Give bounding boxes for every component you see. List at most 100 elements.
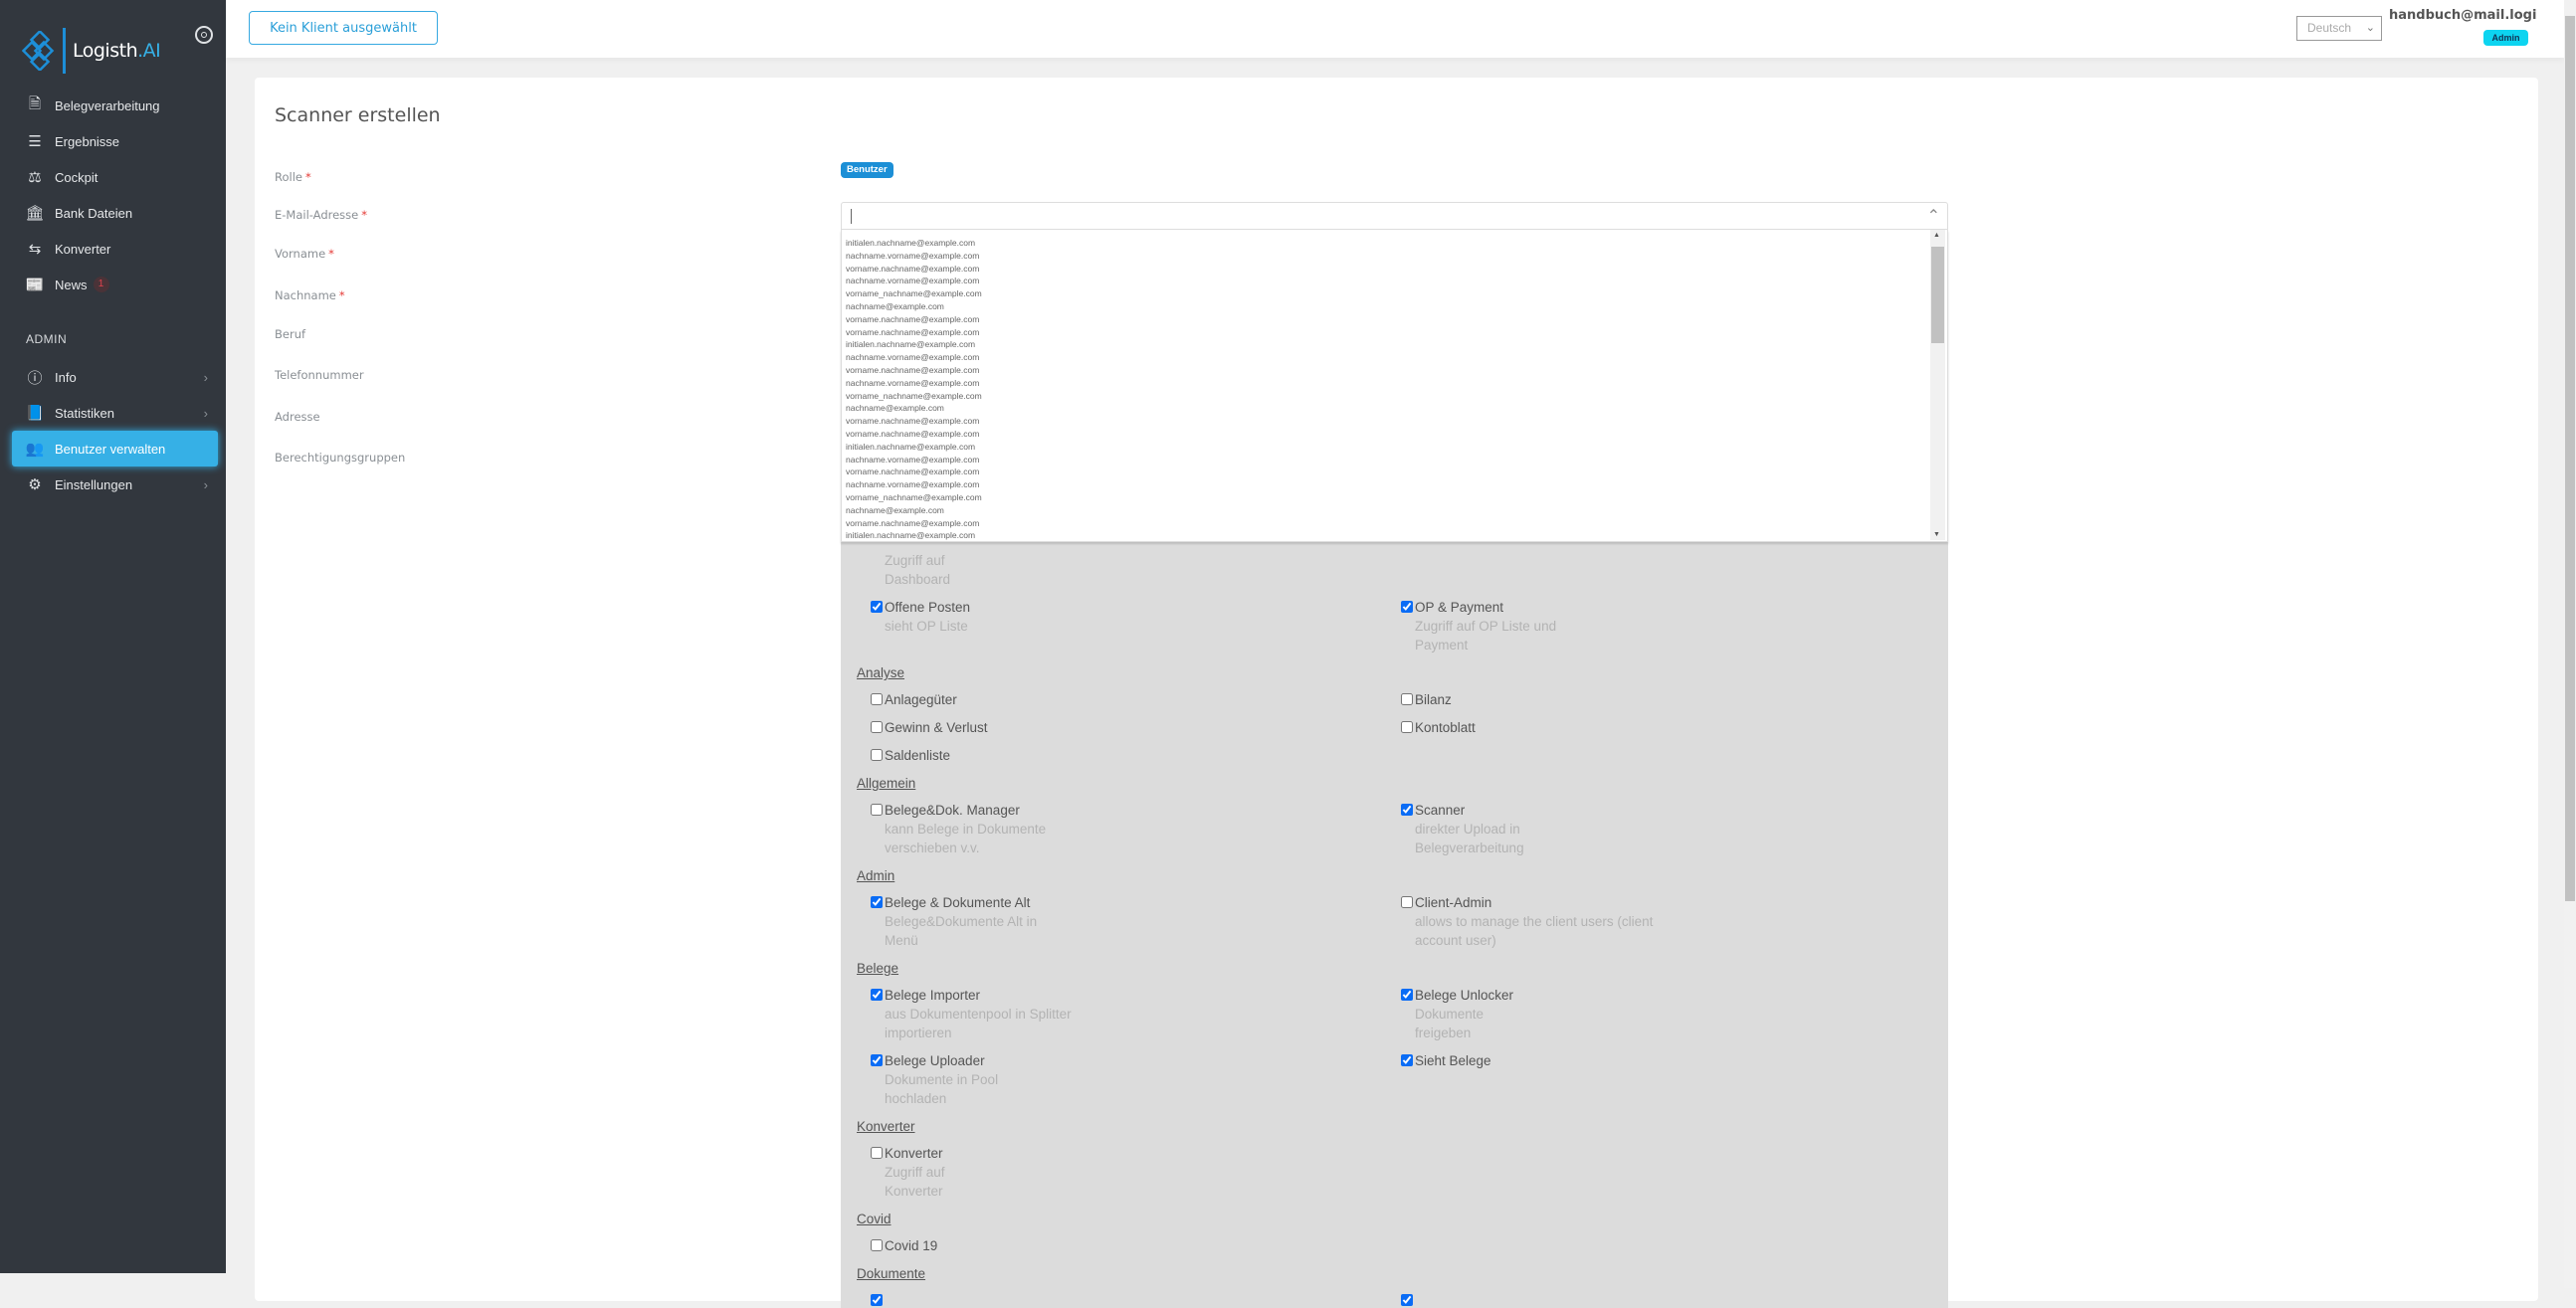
email-suggestion[interactable]: initialen.nachname@example.com [842, 237, 1947, 250]
email-suggestion[interactable]: vorname_nachname@example.com [842, 390, 1947, 403]
permission-checkbox[interactable] [871, 896, 883, 908]
permission-row: Covid 19 [857, 1236, 1948, 1255]
page-scrollbar[interactable] [2564, 0, 2576, 1288]
list-scrollbar[interactable]: ▲ ▼ [1930, 230, 1945, 540]
email-suggestion[interactable]: vorname.nachname@example.com [842, 415, 1947, 428]
permission-item [1387, 1291, 1917, 1308]
permission-checkbox[interactable] [871, 601, 883, 613]
permission-description: sieht OP Liste [885, 619, 968, 634]
permission-label: OP & Payment [1415, 600, 1504, 615]
permission-row: Belege Uploader Dokumente in Pool hochlade… [857, 1051, 1948, 1108]
permission-checkbox[interactable] [1401, 693, 1413, 705]
email-input[interactable]: ⌃ [841, 202, 1948, 230]
sidebar-item-cockpit[interactable]: ⚖ Cockpit [12, 159, 218, 195]
sidebar-item-info[interactable]: ⓘ Info › [12, 359, 218, 395]
permission-section-heading: Analyse [857, 665, 905, 680]
role-value-badge[interactable]: Benutzer [841, 162, 893, 178]
sidebar-item-einstellungen[interactable]: ⚙ Einstellungen › [12, 467, 218, 502]
logo-mark-icon [22, 31, 55, 71]
user-email[interactable]: handbuch@mail.logi [2389, 8, 2536, 23]
permission-row: Belege&Dok. Manager kann Belege in Dokume… [857, 801, 1948, 857]
permission-section-heading: Belege [857, 961, 899, 976]
sidebar-item-belegverarbeitung[interactable]: 🗎 Belegverarbeitung [12, 88, 218, 123]
permission-checkbox[interactable] [1401, 1294, 1413, 1306]
permission-description: kann Belege in Dokumente [885, 822, 1047, 837]
permission-item: Belege&Dok. Manager kann Belege in Dokume… [857, 801, 1387, 857]
sidebar-item-bank-dateien[interactable]: 🏛 Bank Dateien [12, 195, 218, 231]
permission-description: Menü [885, 933, 918, 948]
scroll-down-icon[interactable]: ▼ [1933, 531, 1940, 538]
sidebar-item-ergebnisse[interactable]: ☰ Ergebnisse [12, 123, 218, 159]
permission-item: Bilanz [1387, 690, 1917, 709]
permission-checkbox[interactable] [871, 721, 883, 733]
email-suggestion[interactable]: nachname@example.com [842, 402, 1947, 415]
email-suggestion[interactable]: nachname.vorname@example.com [842, 275, 1947, 287]
permission-checkbox[interactable] [871, 693, 883, 705]
email-suggestion[interactable]: vorname.nachname@example.com [842, 466, 1947, 478]
permission-checkbox[interactable] [871, 1054, 883, 1066]
email-suggestion[interactable]: vorname.nachname@example.com [842, 364, 1947, 377]
label-groups: Berechtigungsgruppen [275, 451, 406, 465]
permission-item: Belege & Dokumente Alt Belege&Dokumente A… [857, 893, 1387, 950]
list-icon: ☰ [28, 133, 42, 150]
email-suggestion[interactable]: vorname.nachname@example.com [842, 263, 1947, 276]
permission-description: Dokumente in Pool [885, 1072, 999, 1087]
label-email: E-Mail-Adresse * [275, 208, 367, 222]
permission-item: Sieht Belege [1387, 1051, 1917, 1108]
permission-label: Gewinn & Verlust [885, 720, 988, 735]
language-select[interactable]: Deutsch ⌄ [2296, 16, 2382, 41]
email-suggestion[interactable]: nachname.vorname@example.com [842, 351, 1947, 364]
sidebar-toggle-icon[interactable] [195, 26, 213, 44]
email-suggestion[interactable]: initialen.nachname@example.com [842, 338, 1947, 351]
chevron-right-icon: › [203, 405, 208, 421]
email-suggestion[interactable]: initialen.nachname@example.com [842, 441, 1947, 454]
permission-item: Belege Importer aus Dokumentenpool in Spl… [857, 986, 1387, 1042]
permission-checkbox[interactable] [1401, 804, 1413, 816]
email-suggestion[interactable]: vorname_nachname@example.com [842, 287, 1947, 300]
email-suggestion[interactable]: vorname.nachname@example.com [842, 326, 1947, 339]
permission-checkbox[interactable] [1401, 601, 1413, 613]
email-suggestion[interactable]: nachname.vorname@example.com [842, 250, 1947, 263]
permission-checkbox[interactable] [871, 1294, 883, 1306]
email-suggestion[interactable]: initialen.nachname@example.com [842, 529, 1947, 541]
email-suggestion[interactable]: vorname_nachname@example.com [842, 491, 1947, 504]
permission-row: Gewinn & Verlust Kontoblatt [857, 718, 1948, 737]
permission-checkbox[interactable] [871, 1239, 883, 1251]
permission-checkbox[interactable] [871, 804, 883, 816]
permission-description: Belege&Dokumente Alt in [885, 914, 1038, 929]
permission-checkbox[interactable] [871, 749, 883, 761]
email-suggestion[interactable]: vorname.nachname@example.com [842, 428, 1947, 441]
permission-checkbox[interactable] [1401, 721, 1413, 733]
email-suggestion[interactable]: nachname.vorname@example.com [842, 454, 1947, 467]
email-suggestion[interactable]: nachname.vorname@example.com [842, 478, 1947, 491]
permission-row: Anlagegüter Bilanz [857, 690, 1948, 709]
exchange-icon: ⇆ [28, 241, 42, 258]
permission-checkbox[interactable] [1401, 896, 1413, 908]
sidebar-item-news[interactable]: 📰 News 1 [12, 267, 218, 302]
scroll-up-icon[interactable]: ▲ [1933, 232, 1940, 239]
client-select-button[interactable]: Kein Klient ausgewählt [249, 11, 438, 45]
sidebar-item-benutzer-verwalten[interactable]: 👥 Benutzer verwalten [12, 431, 218, 467]
label-job: Beruf [275, 327, 306, 341]
permission-label: Belege&Dok. Manager [885, 803, 1020, 818]
chevron-up-icon[interactable]: ⌃ [1927, 206, 1940, 226]
permission-checkbox[interactable] [1401, 1054, 1413, 1066]
sidebar-item-konverter[interactable]: ⇆ Konverter [12, 231, 218, 267]
permission-checkbox[interactable] [871, 1147, 883, 1159]
email-suggestion[interactable]: vorname.nachname@example.com [842, 313, 1947, 326]
email-suggestion-list[interactable]: initialen.nachname@example.com nachname.v… [841, 230, 1948, 542]
permission-label [871, 1291, 1387, 1308]
permission-description: Zugriff auf [885, 1165, 945, 1180]
email-suggestion[interactable]: nachname@example.com [842, 300, 1947, 313]
chevron-right-icon: › [203, 476, 208, 492]
permission-item [857, 1291, 1387, 1308]
email-suggestion[interactable]: vorname.nachname@example.com [842, 517, 1947, 530]
email-suggestion[interactable]: nachname.vorname@example.com [842, 377, 1947, 390]
email-suggestion[interactable]: nachname@example.com [842, 504, 1947, 517]
permission-checkbox[interactable] [1401, 989, 1413, 1001]
sidebar-item-statistiken[interactable]: 📘 Statistiken › [12, 395, 218, 431]
permission-row [857, 1291, 1948, 1308]
page-title: Scanner erstellen [275, 104, 441, 126]
permission-section-heading: Dokumente [857, 1266, 926, 1281]
permission-checkbox[interactable] [871, 989, 883, 1001]
